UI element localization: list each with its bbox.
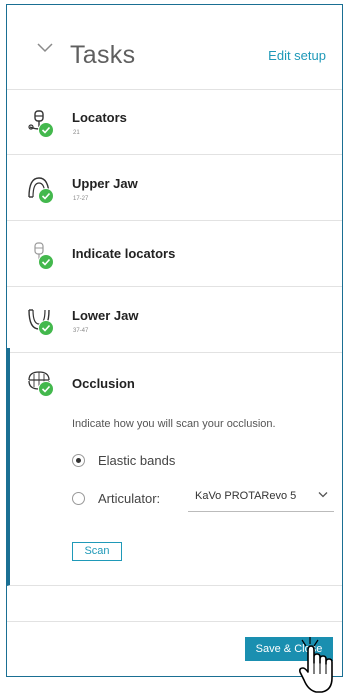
- task-lower-jaw[interactable]: Lower Jaw 37-47: [7, 287, 342, 353]
- task-locators[interactable]: Locators 21: [7, 89, 342, 155]
- task-name: Locators: [72, 110, 127, 125]
- locator-icon: [26, 109, 58, 141]
- task-teeth: 21: [73, 130, 80, 136]
- task-name: Occlusion: [72, 376, 135, 391]
- radio-button[interactable]: [72, 492, 85, 505]
- upper-jaw-icon: [26, 175, 58, 207]
- scan-button[interactable]: Scan: [72, 542, 122, 561]
- occlusion-prompt: Indicate how you will scan your occlusio…: [72, 418, 276, 430]
- task-name: Indicate locators: [72, 246, 176, 261]
- radio-label: Articulator:: [98, 491, 161, 506]
- chevron-down-icon: [318, 492, 328, 498]
- page-title: Tasks: [70, 41, 136, 69]
- footer-divider: [7, 621, 342, 622]
- radio-label: Elastic bands: [98, 453, 176, 468]
- check-icon: [38, 188, 54, 204]
- task-teeth: 37-47: [73, 328, 89, 334]
- edit-setup-link[interactable]: Edit setup: [268, 48, 326, 63]
- articulator-value: KaVo PROTARevo 5: [195, 490, 297, 502]
- occlusion-icon: [26, 368, 58, 400]
- tasks-panel: Tasks Edit setup Locators 21 Upper Jaw 1…: [6, 4, 343, 677]
- locator-indicate-icon: [26, 241, 58, 273]
- chevron-down-icon[interactable]: [37, 43, 53, 53]
- task-name: Upper Jaw: [72, 176, 138, 191]
- check-icon: [38, 320, 54, 336]
- task-name: Lower Jaw: [72, 308, 139, 323]
- articulator-select[interactable]: KaVo PROTARevo 5: [188, 487, 334, 512]
- check-icon: [38, 122, 54, 138]
- task-occlusion[interactable]: Occlusion Indicate how you will scan you…: [7, 348, 342, 586]
- check-icon: [38, 254, 54, 270]
- check-icon: [38, 381, 54, 397]
- lower-jaw-icon: [26, 307, 58, 339]
- panel-header: Tasks Edit setup: [7, 5, 342, 90]
- task-teeth: 17-27: [73, 196, 89, 202]
- hand-cursor-icon: [299, 637, 333, 693]
- radio-button[interactable]: [72, 454, 85, 467]
- task-upper-jaw[interactable]: Upper Jaw 17-27: [7, 155, 342, 221]
- task-indicate-locators[interactable]: Indicate locators: [7, 221, 342, 287]
